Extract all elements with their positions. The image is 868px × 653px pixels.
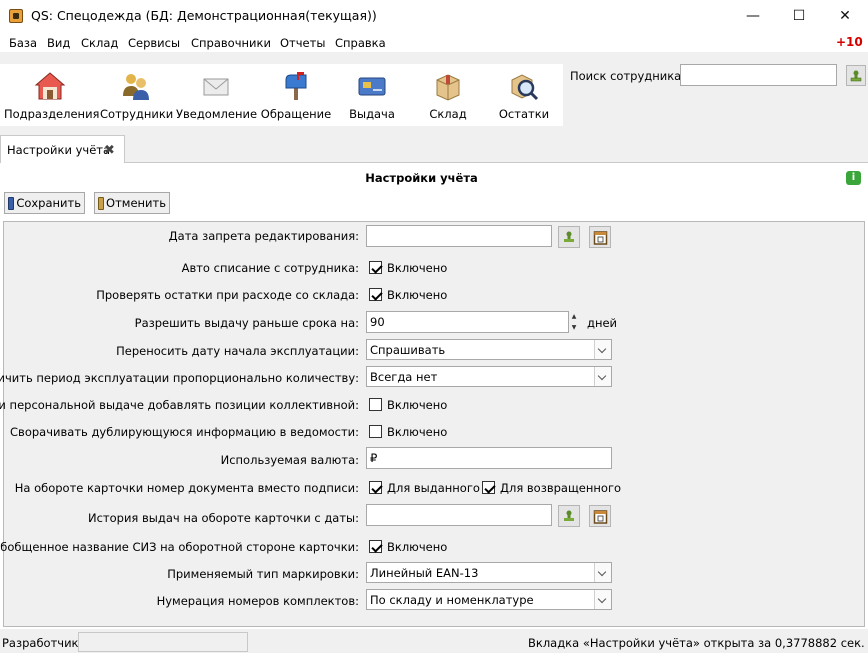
generic-siz-name-label: Обобщенное название СИЗ на оборотной сто… (0, 540, 359, 554)
transfer-start-date-select[interactable]: Спрашивать (366, 339, 612, 360)
collapse-duplicate-label: Сворачивать дублирующуюся информацию в в… (10, 425, 359, 439)
chevron-down-icon[interactable] (594, 590, 611, 609)
save-button[interactable]: Сохранить (4, 192, 85, 214)
collapse-duplicate-text: Включено (387, 425, 448, 439)
early-issue-input[interactable]: 90 (366, 311, 569, 333)
marking-type-label: Применяемый тип маркировки: (167, 567, 359, 581)
extend-period-select[interactable]: Всегда нет (366, 366, 612, 387)
menu-help[interactable]: Справка (335, 36, 386, 50)
card-icon (358, 77, 386, 96)
menu-warehouse[interactable]: Склад (81, 36, 118, 50)
floppy-icon (8, 196, 15, 210)
stamp-icon (564, 231, 574, 242)
menu-reports[interactable]: Отчеты (280, 36, 325, 50)
doc-number-issued-checkbox[interactable] (369, 481, 382, 494)
auto-writeoff-text: Включено (387, 261, 448, 275)
stamp-icon (564, 510, 574, 521)
cancel-button[interactable]: Отменить (94, 192, 170, 214)
search-label: Поиск сотрудника: (570, 69, 686, 83)
employee-search-input[interactable] (680, 64, 837, 86)
notification-badge[interactable]: +10 (836, 35, 863, 49)
close-button[interactable]: ✕ (822, 0, 868, 31)
people-icon (123, 74, 149, 100)
tab-accounting-settings[interactable]: Настройки учёта ✖ (0, 135, 125, 163)
panel-title: Настройки учёта (365, 171, 478, 185)
auto-writeoff-checkbox[interactable] (369, 261, 382, 274)
tab-label: Настройки учёта (7, 143, 111, 157)
chevron-down-icon[interactable] (594, 563, 611, 582)
early-issue-label: Разрешить выдачу раньше срока на: (134, 316, 359, 330)
check-stock-label: Проверять остатки при расходе со склада: (96, 288, 359, 302)
chevron-down-icon[interactable] (594, 367, 611, 386)
marking-type-select[interactable]: Линейный EAN-13 (366, 562, 612, 583)
early-issue-unit: дней (587, 316, 618, 330)
edit-ban-date-label: Дата запрета редактирования: (168, 229, 359, 243)
generic-siz-name-text: Включено (387, 540, 448, 554)
magnifier-box-icon (511, 74, 539, 101)
status-message: Вкладка «Настройки учёта» открыта за 0,3… (528, 636, 865, 650)
personal-add-collective-text: Включено (387, 398, 448, 412)
menu-services[interactable]: Сервисы (128, 36, 180, 50)
menu-references[interactable]: Справочники (191, 36, 271, 50)
info-icon[interactable]: i (846, 171, 861, 185)
toolbar-warehouse-button[interactable]: Склад (412, 64, 484, 126)
check-stock-text: Включено (387, 288, 448, 302)
history-from-date-clear-button[interactable] (558, 505, 580, 527)
close-icon[interactable]: ✖ (104, 143, 115, 158)
toolbar-issue-button[interactable]: Выдача (336, 64, 408, 126)
minimize-button[interactable]: — (730, 0, 776, 31)
kit-numbering-label: Нумерация номеров комплектов: (156, 594, 359, 608)
calendar-icon (593, 230, 607, 245)
edit-ban-date-input[interactable] (366, 225, 552, 247)
main-toolbar: Подразделения Сотрудники Уведомление Обр… (0, 64, 563, 126)
edit-ban-date-calendar-button[interactable] (589, 226, 611, 248)
toolbar-departments-button[interactable]: Подразделения (4, 64, 99, 126)
mailbox-icon (285, 72, 307, 100)
doc-number-returned-checkbox[interactable] (482, 481, 495, 494)
maximize-button[interactable]: ☐ (776, 0, 822, 31)
chevron-down-icon[interactable] (594, 340, 611, 359)
history-from-date-label: История выдач на обороте карточки с даты… (88, 511, 359, 525)
menu-bar: База Вид Склад Сервисы Справочники Отчет… (0, 32, 868, 52)
personal-add-collective-checkbox[interactable] (369, 398, 382, 411)
employee-search-button[interactable] (846, 65, 866, 86)
edit-ban-date-clear-button[interactable] (558, 226, 580, 248)
currency-label: Используемая валюта: (220, 453, 359, 467)
status-field (78, 632, 248, 652)
calendar-icon (593, 509, 607, 524)
transfer-start-date-label: Переносить дату начала эксплуатации: (116, 344, 359, 358)
envelope-icon (203, 78, 229, 96)
cancel-icon (98, 196, 105, 210)
spin-down-icon[interactable]: ▼ (568, 322, 580, 333)
early-issue-stepper[interactable]: ▲ ▼ (568, 311, 580, 333)
toolbar-notification-button[interactable]: Уведомление (176, 64, 257, 126)
status-user: Разработчик (2, 636, 79, 650)
menu-view[interactable]: Вид (47, 36, 70, 50)
auto-writeoff-label: Авто списание с сотрудника: (181, 261, 359, 275)
check-stock-checkbox[interactable] (369, 288, 382, 301)
history-from-date-calendar-button[interactable] (589, 505, 611, 527)
toolbar-employees-button[interactable]: Сотрудники (100, 64, 173, 126)
doc-number-issued-text: Для выданного (387, 481, 480, 495)
doc-number-back-label: На обороте карточки номер документа вмес… (14, 481, 359, 495)
box-icon (436, 74, 460, 101)
currency-input[interactable]: ₽ (366, 447, 612, 469)
collapse-duplicate-checkbox[interactable] (369, 425, 382, 438)
app-icon (9, 9, 23, 23)
spin-up-icon[interactable]: ▲ (568, 311, 580, 322)
toolbar-request-button[interactable]: Обращение (260, 64, 332, 126)
extend-period-label: Увеличить период эксплуатации пропорцион… (0, 371, 359, 385)
kit-numbering-select[interactable]: По складу и номенклатуре (366, 589, 612, 610)
house-icon (34, 72, 66, 100)
menu-database[interactable]: База (9, 36, 37, 50)
personal-add-collective-label: При персональной выдаче добавлять позици… (0, 398, 359, 412)
stamp-icon (850, 70, 862, 81)
generic-siz-name-checkbox[interactable] (369, 540, 382, 553)
doc-number-returned-text: Для возвращенного (500, 481, 622, 495)
toolbar-stock-button[interactable]: Остатки (488, 64, 560, 126)
history-from-date-input[interactable] (366, 504, 552, 526)
window-title: QS: Спецодежда (БД: Демонстрационная(тек… (31, 8, 377, 23)
